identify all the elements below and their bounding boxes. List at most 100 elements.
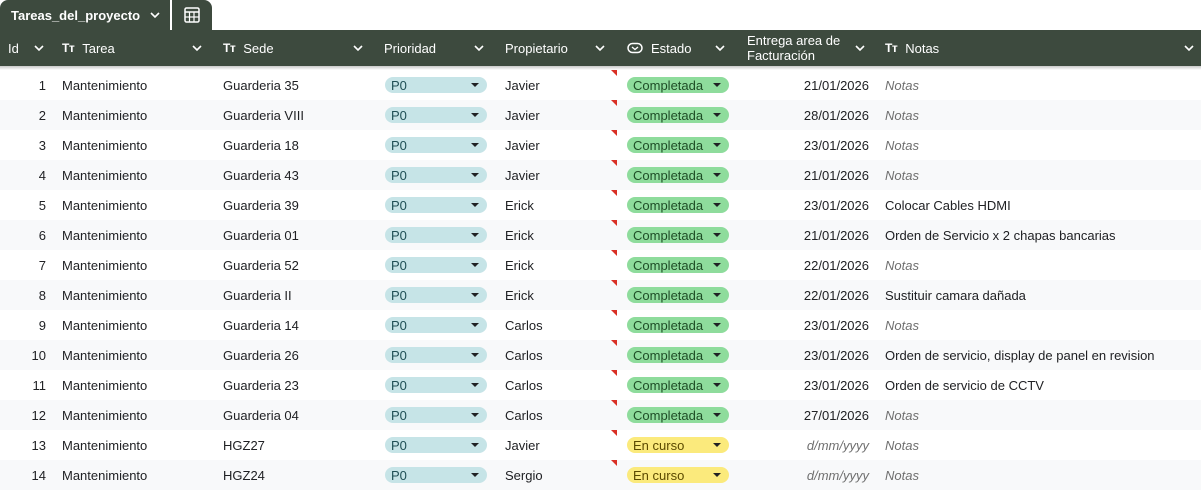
cell-estado[interactable]: Completada bbox=[627, 250, 729, 280]
cell-notas[interactable]: Sustituir camara dañada bbox=[885, 280, 1026, 310]
dropdown-arrow-icon[interactable] bbox=[471, 473, 479, 477]
dropdown-arrow-icon[interactable] bbox=[713, 383, 721, 387]
status-chip[interactable]: Completada bbox=[627, 317, 729, 333]
column-header-sede[interactable]: Tт Sede bbox=[223, 30, 363, 66]
cell-id[interactable]: 11 bbox=[0, 370, 47, 400]
cell-prioridad[interactable]: P0 bbox=[385, 400, 487, 430]
dropdown-arrow-icon[interactable] bbox=[713, 263, 721, 267]
column-header-propietario[interactable]: Propietario bbox=[505, 30, 605, 66]
table-row[interactable]: 6 Mantenimiento Guarderia 01 P0 Erick Complet… bbox=[0, 220, 1201, 250]
cell-tarea[interactable]: Mantenimiento bbox=[62, 280, 147, 310]
cell-id[interactable]: 8 bbox=[0, 280, 46, 310]
table-row[interactable]: 14 Mantenimiento HGZ24 P0 Sergio En curso d/mm… bbox=[0, 460, 1201, 490]
cell-propietario[interactable]: Javier bbox=[505, 100, 540, 130]
cell-sede[interactable]: Guarderia 01 bbox=[223, 220, 299, 250]
cell-propietario[interactable]: Carlos bbox=[505, 370, 543, 400]
cell-estado[interactable]: En curso bbox=[627, 430, 729, 460]
cell-prioridad[interactable]: P0 bbox=[385, 220, 487, 250]
cell-prioridad[interactable]: P0 bbox=[385, 310, 487, 340]
table-row[interactable]: 5 Mantenimiento Guarderia 39 P0 Erick Complet… bbox=[0, 190, 1201, 220]
cell-sede[interactable]: Guarderia 35 bbox=[223, 70, 299, 100]
priority-chip[interactable]: P0 bbox=[385, 107, 487, 123]
cell-prioridad[interactable]: P0 bbox=[385, 370, 487, 400]
cell-id[interactable]: 9 bbox=[0, 310, 46, 340]
dropdown-arrow-icon[interactable] bbox=[713, 173, 721, 177]
cell-notas[interactable]: Orden de servicio de CCTV bbox=[885, 370, 1044, 400]
status-chip[interactable]: Completada bbox=[627, 227, 729, 243]
cell-id[interactable]: 6 bbox=[0, 220, 46, 250]
dropdown-arrow-icon[interactable] bbox=[713, 203, 721, 207]
cell-sede[interactable]: Guarderia 52 bbox=[223, 250, 299, 280]
table-view-button[interactable] bbox=[172, 0, 212, 30]
cell-prioridad[interactable]: P0 bbox=[385, 280, 487, 310]
cell-notas[interactable]: Notas bbox=[885, 100, 919, 130]
cell-prioridad[interactable]: P0 bbox=[385, 340, 487, 370]
priority-chip[interactable]: P0 bbox=[385, 287, 487, 303]
cell-id[interactable]: 7 bbox=[0, 250, 46, 280]
cell-propietario[interactable]: Erick bbox=[505, 220, 534, 250]
cell-estado[interactable]: Completada bbox=[627, 310, 729, 340]
cell-notas[interactable]: Notas bbox=[885, 250, 919, 280]
table-row[interactable]: 2 Mantenimiento Guarderia VIII P0 Javier Comp… bbox=[0, 100, 1201, 130]
cell-sede[interactable]: Guarderia 26 bbox=[223, 340, 299, 370]
cell-tarea[interactable]: Mantenimiento bbox=[62, 70, 147, 100]
cell-entrega[interactable]: 23/01/2026 bbox=[747, 130, 869, 160]
cell-entrega[interactable]: 23/01/2026 bbox=[747, 370, 869, 400]
cell-prioridad[interactable]: P0 bbox=[385, 160, 487, 190]
chevron-down-icon[interactable] bbox=[351, 41, 365, 55]
cell-tarea[interactable]: Mantenimiento bbox=[62, 310, 147, 340]
cell-propietario[interactable]: Javier bbox=[505, 160, 540, 190]
table-row[interactable]: 12 Mantenimiento Guarderia 04 P0 Carlos Compl… bbox=[0, 400, 1201, 430]
column-header-entrega[interactable]: Entrega area de Facturación bbox=[747, 30, 865, 66]
table-row[interactable]: 9 Mantenimiento Guarderia 14 P0 Carlos Comple… bbox=[0, 310, 1201, 340]
dropdown-arrow-icon[interactable] bbox=[471, 293, 479, 297]
cell-prioridad[interactable]: P0 bbox=[385, 430, 487, 460]
cell-prioridad[interactable]: P0 bbox=[385, 70, 487, 100]
cell-notas[interactable]: Notas bbox=[885, 400, 919, 430]
priority-chip[interactable]: P0 bbox=[385, 167, 487, 183]
status-chip[interactable]: En curso bbox=[627, 437, 729, 453]
cell-entrega[interactable]: 21/01/2026 bbox=[747, 220, 869, 250]
priority-chip[interactable]: P0 bbox=[385, 467, 487, 483]
dropdown-arrow-icon[interactable] bbox=[713, 233, 721, 237]
dropdown-arrow-icon[interactable] bbox=[471, 263, 479, 267]
cell-tarea[interactable]: Mantenimiento bbox=[62, 340, 147, 370]
table-row[interactable]: 13 Mantenimiento HGZ27 P0 Javier En curso d/mm… bbox=[0, 430, 1201, 460]
cell-id[interactable]: 5 bbox=[0, 190, 46, 220]
dropdown-arrow-icon[interactable] bbox=[713, 353, 721, 357]
cell-estado[interactable]: Completada bbox=[627, 70, 729, 100]
table-row[interactable]: 7 Mantenimiento Guarderia 52 P0 Erick Complet… bbox=[0, 250, 1201, 280]
dropdown-arrow-icon[interactable] bbox=[713, 413, 721, 417]
cell-notas[interactable]: Notas bbox=[885, 460, 919, 490]
cell-estado[interactable]: Completada bbox=[627, 370, 729, 400]
column-header-prioridad[interactable]: Prioridad bbox=[384, 30, 484, 66]
cell-prioridad[interactable]: P0 bbox=[385, 190, 487, 220]
cell-id[interactable]: 2 bbox=[0, 100, 46, 130]
priority-chip[interactable]: P0 bbox=[385, 227, 487, 243]
chevron-down-icon[interactable] bbox=[1182, 41, 1196, 55]
status-chip[interactable]: Completada bbox=[627, 167, 729, 183]
cell-tarea[interactable]: Mantenimiento bbox=[62, 250, 147, 280]
cell-estado[interactable]: En curso bbox=[627, 460, 729, 490]
status-chip[interactable]: Completada bbox=[627, 347, 729, 363]
chevron-down-icon[interactable] bbox=[853, 41, 867, 55]
cell-notas[interactable]: Orden de Servicio x 2 chapas bancarias bbox=[885, 220, 1116, 250]
cell-tarea[interactable]: Mantenimiento bbox=[62, 430, 147, 460]
dropdown-arrow-icon[interactable] bbox=[713, 443, 721, 447]
tab-tareas-del-proyecto[interactable]: Tareas_del_proyecto bbox=[0, 0, 170, 30]
cell-estado[interactable]: Completada bbox=[627, 190, 729, 220]
priority-chip[interactable]: P0 bbox=[385, 407, 487, 423]
cell-sede[interactable]: Guarderia II bbox=[223, 280, 292, 310]
cell-entrega[interactable]: 22/01/2026 bbox=[747, 280, 869, 310]
cell-notas[interactable]: Notas bbox=[885, 130, 919, 160]
cell-prioridad[interactable]: P0 bbox=[385, 100, 487, 130]
table-row[interactable]: 10 Mantenimiento Guarderia 26 P0 Carlos Compl… bbox=[0, 340, 1201, 370]
cell-entrega[interactable]: d/mm/yyyy bbox=[747, 460, 869, 490]
priority-chip[interactable]: P0 bbox=[385, 317, 487, 333]
cell-sede[interactable]: HGZ24 bbox=[223, 460, 265, 490]
cell-sede[interactable]: Guarderia 23 bbox=[223, 370, 299, 400]
column-header-id[interactable]: Id bbox=[8, 30, 44, 66]
dropdown-arrow-icon[interactable] bbox=[471, 233, 479, 237]
cell-sede[interactable]: HGZ27 bbox=[223, 430, 265, 460]
cell-propietario[interactable]: Javier bbox=[505, 130, 540, 160]
